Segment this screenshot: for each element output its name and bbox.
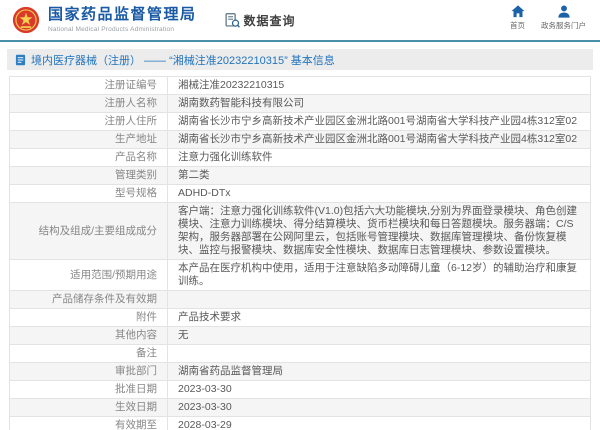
data-query-label: 数据查询	[244, 12, 296, 29]
row-label: 注册证编号	[10, 77, 168, 95]
table-row: 产品储存条件及有效期	[10, 291, 591, 309]
row-value: 本产品在医疗机构中使用，适用于注意缺陷多动障碍儿童（6-12岁）的辅助治疗和康复…	[168, 260, 591, 291]
home-icon	[511, 5, 525, 18]
row-value: 无	[168, 327, 591, 345]
table-row: 注册证编号湘械注准20232210315	[10, 77, 591, 95]
row-value: 产品技术要求	[168, 309, 591, 327]
row-label: 有效期至	[10, 417, 168, 430]
breadcrumb: 境内医疗器械（注册） —— “湘械注准20232210315” 基本信息	[7, 49, 593, 70]
table-row: 其他内容无	[10, 327, 591, 345]
table-row: 批准日期2023-03-30	[10, 381, 591, 399]
registration-info-table: 注册证编号湘械注准20232210315注册人名称湖南数药智能科技有限公司注册人…	[9, 76, 591, 430]
row-label: 备注	[10, 345, 168, 363]
nav-gov-portal[interactable]: 政务服务门户	[541, 5, 586, 31]
table-row: 生产地址湖南省长沙市宁乡高新技术产业园区金洲北路001号湖南省大学科技产业园4栋…	[10, 131, 591, 149]
breadcrumb-text: 境内医疗器械（注册） —— “湘械注准20232210315” 基本信息	[31, 52, 335, 68]
data-query-icon	[225, 13, 240, 28]
row-value: 湖南省药品监督管理局	[168, 363, 591, 381]
row-value: 第二类	[168, 167, 591, 185]
row-value: 湖南数药智能科技有限公司	[168, 95, 591, 113]
row-label: 附件	[10, 309, 168, 327]
table-row: 附件产品技术要求	[10, 309, 591, 327]
row-label: 产品名称	[10, 149, 168, 167]
row-label: 批准日期	[10, 381, 168, 399]
table-row: 注册人名称湖南数药智能科技有限公司	[10, 95, 591, 113]
row-label: 审批部门	[10, 363, 168, 381]
table-row: 备注	[10, 345, 591, 363]
row-label: 型号规格	[10, 185, 168, 203]
national-emblem-icon	[12, 6, 40, 34]
row-label: 适用范围/预期用途	[10, 260, 168, 291]
row-label: 注册人住所	[10, 113, 168, 131]
nav-gov-portal-label: 政务服务门户	[541, 20, 586, 31]
row-value: 客户端：注意力强化训练软件(V1.0)包括六大功能模块,分别为界面登录模块、角色…	[168, 203, 591, 260]
row-value: 湘械注准20232210315	[168, 77, 591, 95]
row-label: 管理类别	[10, 167, 168, 185]
document-icon	[15, 54, 26, 66]
table-row: 适用范围/预期用途本产品在医疗机构中使用，适用于注意缺陷多动障碍儿童（6-12岁…	[10, 260, 591, 291]
row-label: 结构及组成/主要组成成分	[10, 203, 168, 260]
row-value: 湖南省长沙市宁乡高新技术产业园区金洲北路001号湖南省大学科技产业园4栋312室…	[168, 131, 591, 149]
info-table-body: 注册证编号湘械注准20232210315注册人名称湖南数药智能科技有限公司注册人…	[10, 77, 591, 430]
org-name-en: National Medical Products Administration	[48, 26, 197, 33]
row-label: 生效日期	[10, 399, 168, 417]
org-title-block: 国家药品监督管理局 National Medical Products Admi…	[48, 7, 197, 33]
row-label: 其他内容	[10, 327, 168, 345]
table-row: 生效日期2023-03-30	[10, 399, 591, 417]
row-label: 产品储存条件及有效期	[10, 291, 168, 309]
row-value: ADHD-DTx	[168, 185, 591, 203]
row-value: 注意力强化训练软件	[168, 149, 591, 167]
table-row: 产品名称注意力强化训练软件	[10, 149, 591, 167]
page-header: 国家药品监督管理局 National Medical Products Admi…	[0, 0, 600, 42]
nav-home[interactable]: 首页	[510, 5, 525, 31]
table-row: 注册人住所湖南省长沙市宁乡高新技术产业园区金洲北路001号湖南省大学科技产业园4…	[10, 113, 591, 131]
row-value: 2023-03-30	[168, 399, 591, 417]
row-label: 注册人名称	[10, 95, 168, 113]
row-value: 2023-03-30	[168, 381, 591, 399]
nav-home-label: 首页	[510, 20, 525, 31]
row-value	[168, 345, 591, 363]
row-value	[168, 291, 591, 309]
table-row: 结构及组成/主要组成成分客户端：注意力强化训练软件(V1.0)包括六大功能模块,…	[10, 203, 591, 260]
table-row: 审批部门湖南省药品监督管理局	[10, 363, 591, 381]
row-value: 湖南省长沙市宁乡高新技术产业园区金洲北路001号湖南省大学科技产业园4栋312室…	[168, 113, 591, 131]
row-value: 2028-03-29	[168, 417, 591, 430]
org-name-cn: 国家药品监督管理局	[48, 7, 197, 24]
table-row: 有效期至2028-03-29	[10, 417, 591, 430]
table-row: 型号规格ADHD-DTx	[10, 185, 591, 203]
data-query-tab[interactable]: 数据查询	[225, 12, 296, 29]
table-row: 管理类别第二类	[10, 167, 591, 185]
header-nav: 首页 政务服务门户	[510, 5, 586, 31]
user-icon	[557, 5, 571, 18]
row-label: 生产地址	[10, 131, 168, 149]
